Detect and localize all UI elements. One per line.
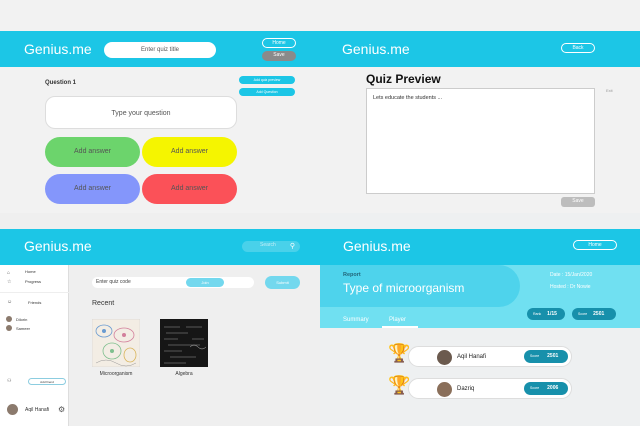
- report-label: Report: [343, 272, 361, 278]
- page-title: Quiz Preview: [366, 72, 441, 86]
- quiz-thumbnail-algebra[interactable]: [160, 319, 208, 367]
- rank-value: 1/15: [547, 311, 557, 317]
- brand-logo[interactable]: Genius.me: [342, 41, 410, 57]
- search-input[interactable]: Search ⚲: [242, 241, 300, 252]
- home-icon: ⌂: [7, 270, 11, 276]
- friend-item[interactable]: Dilorin: [16, 317, 27, 322]
- progress-icon: ☆: [7, 279, 12, 285]
- player-name: Dazriq: [457, 386, 475, 392]
- question-input[interactable]: Type your question: [45, 96, 237, 129]
- brand-logo[interactable]: Genius.me: [24, 41, 92, 57]
- home-button[interactable]: Home: [573, 240, 617, 250]
- answer-button-1[interactable]: Add answer: [45, 137, 140, 167]
- report-date: Date : 15/Jan/2020: [550, 272, 593, 278]
- quiz-thumbnail-microorganism[interactable]: [91, 318, 141, 368]
- divider: [0, 292, 69, 293]
- add-friend-button[interactable]: Add friend: [28, 378, 66, 385]
- quiz-title-input[interactable]: Enter quiz title: [104, 42, 216, 58]
- save-button[interactable]: Save: [561, 197, 595, 207]
- question-label: Question 1: [45, 80, 77, 86]
- preview-text: Lets educate the students ...: [373, 95, 443, 101]
- score-label: Score: [578, 312, 588, 316]
- save-button[interactable]: Save: [262, 51, 296, 61]
- add-question-button[interactable]: Add Question: [239, 88, 295, 96]
- answer-button-2[interactable]: Add answer: [142, 137, 237, 167]
- user-avatar[interactable]: [7, 404, 18, 415]
- report-host: Hosted : Dr Nowie: [550, 284, 591, 290]
- sidebar: ⌂ Home ☆ Progress ☺ Friends Dilorin Same…: [0, 265, 69, 426]
- exit-link[interactable]: Exit: [606, 88, 613, 93]
- quiz-thumbnail-label: Algebra: [175, 371, 193, 377]
- tab-player[interactable]: Player: [389, 317, 406, 323]
- score-badge: Score 2501: [572, 308, 616, 320]
- back-button[interactable]: Back: [561, 43, 595, 53]
- rank-badge: Rank 1/15: [527, 308, 565, 320]
- friends-icon: ☺: [7, 299, 13, 305]
- user-name: Aqil Hanafi: [25, 407, 50, 413]
- report-panel: Genius.me Home Report Type of microorgan…: [320, 213, 640, 426]
- avatar: [6, 325, 12, 331]
- player-score: 2006: [547, 385, 559, 391]
- tab-summary[interactable]: Summary: [343, 317, 369, 323]
- gear-icon[interactable]: ⚙: [58, 405, 65, 414]
- search-icon[interactable]: ⚲: [290, 242, 295, 250]
- player-score-badge: Score 2501: [524, 350, 568, 363]
- dashboard-panel: Genius.me Search ⚲ ⌂ Home ☆ Progress ☺ F…: [0, 213, 320, 426]
- mockup-collage: Genius.me Enter quiz title Home Save Que…: [0, 0, 640, 426]
- search-placeholder: Search: [260, 242, 276, 248]
- sidebar-item-home[interactable]: Home: [25, 269, 36, 274]
- submit-button[interactable]: Submit: [265, 276, 300, 289]
- answer-button-3[interactable]: Add answer: [45, 174, 140, 204]
- brand-logo[interactable]: Genius.me: [24, 238, 92, 254]
- home-button[interactable]: Home: [262, 38, 296, 48]
- report-title: Type of microorganism: [343, 281, 465, 295]
- player-score-badge: Score 2006: [524, 382, 568, 395]
- join-button[interactable]: Join: [186, 278, 224, 287]
- answer-button-4[interactable]: Add answer: [142, 174, 237, 204]
- quiz-thumbnail-label: Microorganism: [99, 371, 133, 377]
- friend-item[interactable]: Sameer: [16, 326, 30, 331]
- player-score-label: Score: [530, 386, 540, 390]
- add-quiz-preview-button[interactable]: Add quiz preview: [239, 76, 295, 84]
- preview-textarea[interactable]: Lets educate the students ...: [366, 88, 595, 194]
- friends-heading: Friends: [28, 300, 42, 305]
- avatar: [437, 382, 452, 397]
- active-tab-indicator: [382, 326, 418, 328]
- brand-logo[interactable]: Genius.me: [343, 238, 411, 254]
- avatar: [6, 316, 12, 322]
- sidebar-item-progress[interactable]: Progress: [25, 279, 41, 284]
- quiz-code-input[interactable]: Enter quiz code: [92, 277, 254, 288]
- player-score-label: Score: [530, 354, 540, 358]
- player-name: Aqil Hanafi: [457, 354, 487, 360]
- add-user-icon[interactable]: ⚇: [7, 378, 11, 384]
- avatar: [437, 350, 452, 365]
- score-value: 2501: [593, 311, 605, 317]
- rank-label: Rank: [533, 312, 542, 316]
- quiz-preview-panel: Genius.me Back Quiz Preview Lets educate…: [320, 0, 640, 213]
- gold-trophy-icon: 🏆: [388, 343, 411, 363]
- player-score: 2501: [547, 353, 559, 359]
- recent-heading: Recent: [92, 300, 115, 307]
- silver-trophy-icon: 🏆: [388, 375, 411, 395]
- quiz-editor-panel: Genius.me Enter quiz title Home Save Que…: [0, 0, 320, 213]
